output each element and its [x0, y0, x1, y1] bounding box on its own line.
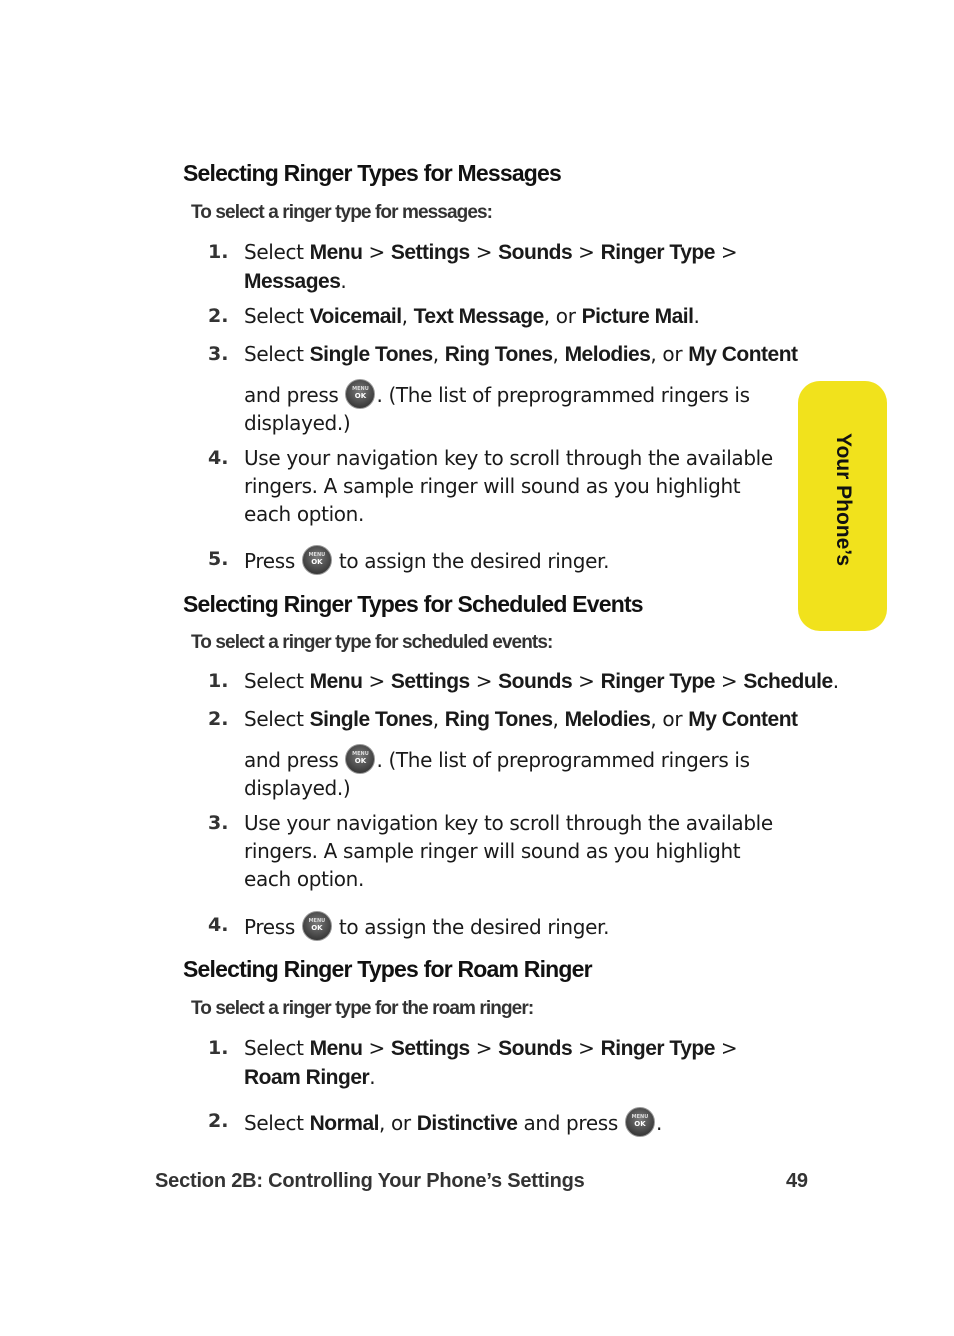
menu-term: Melodies — [564, 343, 651, 366]
step-text: Use your navigation key to scroll throug… — [244, 809, 789, 893]
menu-term: Single Tones — [309, 708, 434, 731]
side-tab-label: Your Phone’s — [831, 433, 855, 567]
menu-term: Normal — [309, 1112, 380, 1135]
step-text: Select Menu > Settings > Sounds > Ringer… — [244, 667, 839, 696]
step-line: displayed.) — [244, 411, 351, 435]
step-text: Press MENU OK to assign the desired ringe… — [244, 545, 789, 575]
ok-key-bottom-label: OK — [354, 392, 367, 400]
step-line: and press MENU OK. (The list of preprogra… — [244, 744, 789, 774]
step-number: 5. — [208, 548, 229, 570]
ok-key-bottom-label: OK — [311, 558, 323, 566]
step-number: 4. — [208, 447, 229, 469]
step-number: 3. — [208, 343, 229, 365]
section-intro-scheduled-events: To select a ringer type for scheduled ev… — [191, 632, 553, 653]
menu-term: Melodies — [564, 708, 651, 731]
menu-ok-key-icon: MENU OK — [624, 1107, 655, 1137]
step-text: Select Single Tones, Ring Tones, Melodie… — [244, 705, 798, 802]
section-heading-messages: Selecting Ringer Types for Messages — [183, 160, 562, 186]
section-heading-roam-ringer: Selecting Ringer Types for Roam Ringer — [183, 956, 593, 982]
step-number: 2. — [208, 1110, 229, 1132]
menu-term: Settings — [390, 1037, 470, 1060]
menu-term: Ringer Type — [600, 241, 716, 264]
step-text: Press MENU OK to assign the desired ringe… — [244, 911, 789, 941]
menu-term: Distinctive — [416, 1112, 518, 1135]
step-text: Use your navigation key to scroll throug… — [244, 444, 789, 528]
step-number: 3. — [208, 812, 229, 834]
menu-term: Text Message — [413, 305, 545, 328]
step-number: 1. — [208, 241, 229, 263]
step-line: Press MENU OK to assign the desired ringe… — [244, 911, 789, 941]
menu-term: Settings — [390, 670, 470, 693]
step-text: Select Normal, or Distinctive and press … — [244, 1107, 789, 1138]
menu-term: Menu — [309, 1037, 363, 1060]
menu-term: Ring Tones — [444, 343, 553, 366]
menu-term: Schedule — [743, 670, 833, 693]
step-line: and press MENU OK. (The list of preprogra… — [244, 379, 789, 409]
step-line: Select Menu > Settings > Sounds > Ringer… — [244, 669, 839, 693]
step-line: displayed.) — [244, 776, 351, 800]
step-line: Select Normal, or Distinctive and press … — [244, 1107, 789, 1138]
menu-term: Settings — [390, 241, 470, 264]
side-tab: Your Phone’s — [798, 381, 887, 631]
menu-ok-key-icon: MENU OK — [301, 911, 332, 941]
step-text: Select Menu > Settings > Sounds > Ringer… — [244, 1034, 789, 1092]
page-number: 49 — [786, 1170, 808, 1192]
menu-term: Voicemail — [309, 305, 403, 328]
menu-term: Menu — [309, 670, 363, 693]
step-line: Use your navigation key to scroll throug… — [244, 811, 773, 835]
menu-term: Ring Tones — [444, 708, 553, 731]
menu-term: Ringer Type — [600, 670, 716, 693]
step-text: Select Single Tones, Ring Tones, Melodie… — [244, 340, 798, 437]
step-line: Select Single Tones, Ring Tones, Melodie… — [244, 707, 798, 731]
step-line: Roam Ringer. — [244, 1065, 376, 1089]
step-number: 1. — [208, 1037, 229, 1059]
menu-term: Roam Ringer — [244, 1066, 370, 1089]
footer-section-label: Section 2B: Controlling Your Phone’s Set… — [155, 1170, 585, 1192]
menu-term: Ringer Type — [600, 1037, 716, 1060]
step-text: Select Voicemail, Text Message, or Pictu… — [244, 302, 789, 331]
step-line: Select Single Tones, Ring Tones, Melodie… — [244, 342, 798, 366]
menu-ok-key-icon: MENU OK — [345, 379, 376, 409]
menu-term: Sounds — [498, 1037, 573, 1060]
step-line: ringers. A sample ringer will sound as y… — [244, 474, 741, 498]
menu-term: My Content — [688, 343, 798, 366]
menu-term: Picture Mail — [581, 305, 694, 328]
menu-term: Single Tones — [309, 343, 434, 366]
step-line: each option. — [244, 502, 364, 526]
step-line: Press MENU OK to assign the desired ringe… — [244, 545, 789, 575]
ok-key-bottom-label: OK — [634, 1120, 646, 1128]
menu-term: Messages — [244, 270, 341, 293]
menu-term: My Content — [688, 708, 798, 731]
step-line: Select Menu > Settings > Sounds > Ringer… — [244, 1036, 738, 1060]
step-text: Select Menu > Settings > Sounds > Ringer… — [244, 238, 789, 296]
step-number: 1. — [208, 670, 229, 692]
section-intro-messages: To select a ringer type for messages: — [191, 202, 493, 223]
menu-term: Sounds — [498, 241, 573, 264]
step-line: Select Menu > Settings > Sounds > Ringer… — [244, 240, 738, 264]
menu-ok-key-icon: MENU OK — [345, 744, 376, 774]
step-number: 2. — [208, 708, 229, 730]
ok-key-bottom-label: OK — [354, 757, 367, 765]
step-line: ringers. A sample ringer will sound as y… — [244, 839, 741, 863]
step-line: Messages. — [244, 269, 347, 293]
menu-term: Sounds — [498, 670, 573, 693]
step-line: Select Voicemail, Text Message, or Pictu… — [244, 304, 700, 328]
step-line: each option. — [244, 867, 364, 891]
step-line: Use your navigation key to scroll throug… — [244, 446, 773, 470]
section-heading-scheduled-events: Selecting Ringer Types for Scheduled Eve… — [183, 591, 644, 617]
section-intro-roam-ringer: To select a ringer type for the roam rin… — [191, 998, 534, 1019]
step-number: 2. — [208, 305, 229, 327]
manual-page: Selecting Ringer Types for Messages To s… — [0, 0, 954, 1336]
ok-key-bottom-label: OK — [311, 924, 323, 932]
menu-term: Menu — [309, 241, 363, 264]
step-number: 4. — [208, 914, 229, 936]
menu-ok-key-icon: MENU OK — [301, 545, 332, 575]
